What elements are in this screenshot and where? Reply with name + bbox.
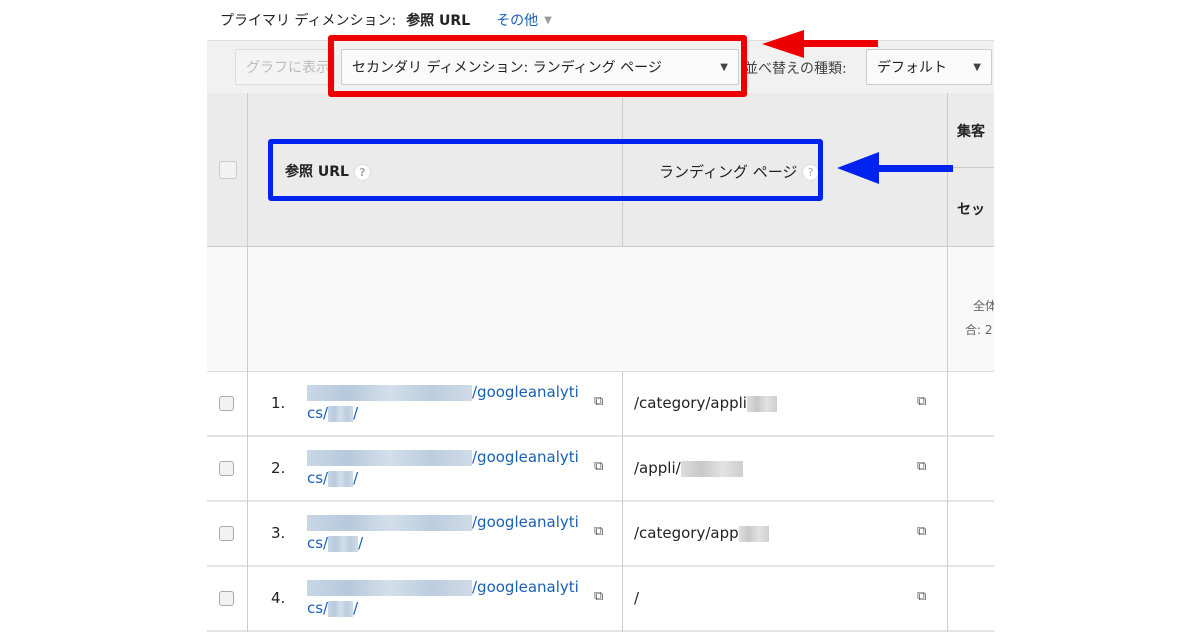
table-row: 1. /googleanalyti cs// ⧉ /category/appli … (207, 372, 994, 437)
plot-rows-button[interactable]: グラフに表示 (235, 49, 335, 85)
redacted-text (746, 395, 777, 412)
header-acquisition: 集客 (957, 124, 985, 140)
row-checkbox[interactable] (219, 461, 234, 476)
external-link-icon[interactable]: ⧉ (917, 524, 926, 539)
redacted-text (307, 579, 472, 596)
primary-dimension-bar: プライマリ ディメンション: 参照 URL その他 ▼ (220, 10, 552, 30)
red-arrow-icon (762, 30, 878, 58)
external-link-icon[interactable]: ⧉ (917, 394, 926, 409)
landing-page-link[interactable]: /appli/ (634, 459, 743, 477)
row-number: 1. (271, 394, 286, 412)
table-row: 3. /googleanalyti cs// ⧉ /category/app ⧉ (207, 502, 994, 567)
landing-page-link[interactable]: / (634, 589, 639, 607)
redacted-text (307, 514, 472, 531)
row-checkbox[interactable] (219, 526, 234, 541)
redacted-text (328, 535, 359, 552)
column-header-highlight (268, 139, 823, 201)
table-row: 2. /googleanalyti cs// ⧉ /appli/ ⧉ (207, 437, 994, 502)
referral-url-link[interactable]: /googleanalyti cs// (307, 512, 592, 554)
sort-type-label: 並べ替えの種類: (744, 61, 847, 77)
row-checkbox[interactable] (219, 591, 234, 606)
referral-url-link[interactable]: /googleanalyti cs// (307, 382, 592, 424)
dropdown-arrow-icon: ▼ (973, 61, 981, 73)
header-sessions[interactable]: セッ (957, 199, 994, 219)
redacted-text (328, 600, 354, 617)
redacted-text (738, 525, 769, 542)
primary-dimension-value[interactable]: 参照 URL (406, 10, 470, 30)
row-number: 3. (271, 524, 286, 542)
totals-row: 全体 合: 2 (207, 247, 994, 372)
table-row: 4. /googleanalyti cs// ⧉ / ⧉ (207, 567, 994, 632)
select-all-checkbox[interactable] (219, 161, 237, 179)
external-link-icon[interactable]: ⧉ (594, 394, 603, 409)
landing-page-link[interactable]: /category/app (634, 524, 769, 542)
totals-value: 合: 2 (965, 323, 993, 337)
primary-dimension-label: プライマリ ディメンション: (220, 13, 397, 29)
totals-label: 全体 (973, 299, 994, 313)
external-link-icon[interactable]: ⧉ (917, 459, 926, 474)
row-checkbox[interactable] (219, 396, 234, 411)
external-link-icon[interactable]: ⧉ (917, 589, 926, 604)
redacted-text (307, 384, 472, 401)
redacted-text (328, 405, 354, 422)
referral-url-link[interactable]: /googleanalyti cs// (307, 577, 592, 619)
redacted-text (680, 460, 743, 477)
secondary-dimension-highlight (328, 35, 747, 97)
blue-arrow-icon (837, 152, 953, 184)
row-number: 2. (271, 459, 286, 477)
sort-type-value: デフォルト (877, 60, 947, 76)
referral-url-link[interactable]: /googleanalyti cs// (307, 447, 592, 489)
redacted-text (328, 470, 354, 487)
redacted-text (307, 449, 472, 466)
other-dimension-link[interactable]: その他 (496, 10, 538, 30)
landing-page-link[interactable]: /category/appli (634, 394, 777, 412)
external-link-icon[interactable]: ⧉ (594, 459, 603, 474)
external-link-icon[interactable]: ⧉ (594, 524, 603, 539)
caret-down-icon: ▼ (544, 14, 552, 26)
external-link-icon[interactable]: ⧉ (594, 589, 603, 604)
row-number: 4. (271, 589, 286, 607)
